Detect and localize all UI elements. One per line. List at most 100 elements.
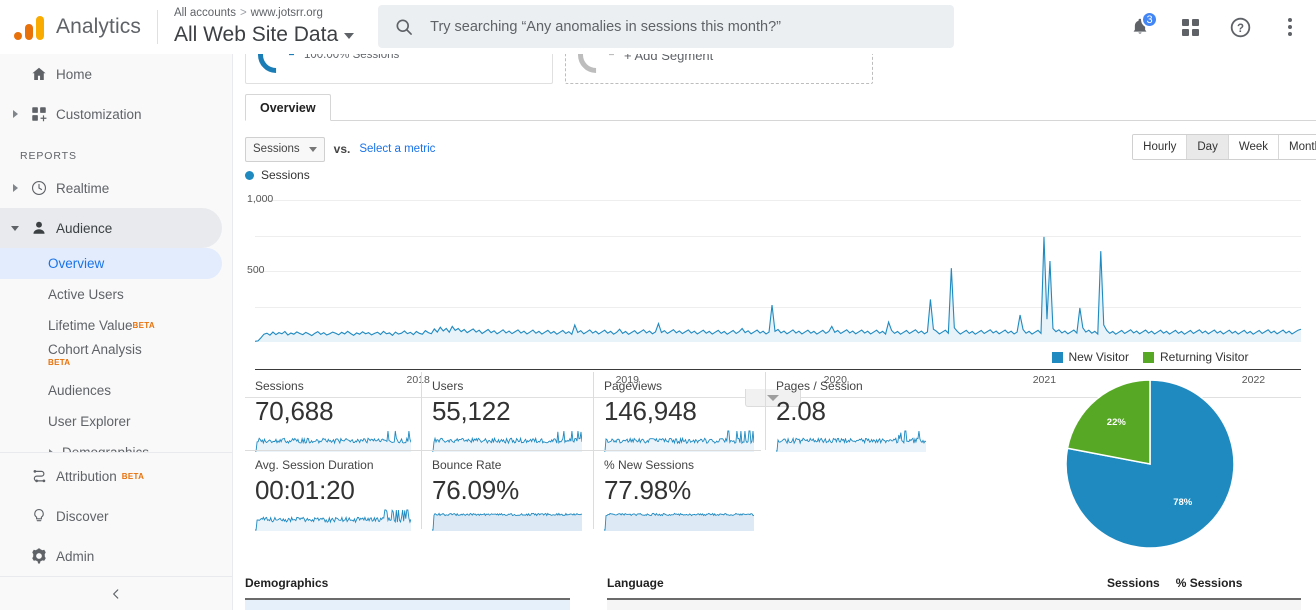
kpi-title-percent-new-sessions: % New Sessions	[604, 458, 695, 472]
sidebar-item-realtime[interactable]: Realtime	[0, 168, 232, 208]
brand-title: Analytics	[56, 14, 141, 38]
sidebar-item-user-explorer[interactable]: User Explorer	[0, 406, 232, 437]
search-icon	[396, 19, 413, 35]
granularity-month[interactable]: Month	[1279, 135, 1316, 159]
expand-arrow-realtime[interactable]	[8, 184, 22, 192]
sidebar-item-discover[interactable]: Discover	[0, 496, 232, 536]
language-panel-header[interactable]: Language	[607, 576, 664, 590]
tab-overview[interactable]: Overview	[245, 94, 331, 121]
language-col-percent-sessions: % Sessions	[1175, 576, 1243, 590]
view-name[interactable]: All Web Site Data	[174, 21, 355, 48]
attribution-icon	[22, 467, 56, 486]
account-selector[interactable]: All accounts > www.jotsrr.org All Web Site…	[158, 6, 364, 48]
pie-legend-item-returning-visitor[interactable]: Returning Visitor	[1142, 350, 1248, 364]
sidebar-item-lifetime-value[interactable]: Lifetime Value BETA	[0, 310, 232, 341]
segment-card-all-sessions[interactable]: 100.00% Sessions	[245, 54, 553, 84]
sidebar-item-label-audiences: Audiences	[48, 383, 112, 398]
sidebar-item-cohort-analysis[interactable]: Cohort Analysis BETA	[0, 341, 232, 375]
primary-metric-select[interactable]: Sessions	[245, 136, 325, 162]
apps-button[interactable]	[1170, 7, 1210, 47]
demographics-content-band	[245, 600, 570, 610]
new-vs-returning-pie-chart[interactable]: New Visitor Returning Visitor 78% 22%	[1010, 350, 1290, 600]
kpi-value-pageviews: 146,948	[604, 396, 697, 426]
expand-arrow-customization[interactable]	[8, 110, 22, 118]
segment-donut-icon	[250, 54, 302, 81]
sidebar-item-admin[interactable]: Admin	[0, 536, 232, 576]
sidebar-item-attribution[interactable]: Attribution BETA	[0, 456, 232, 496]
segment-bar: 100.00% Sessions + Add Segment	[245, 54, 1316, 86]
sidebar-item-label-lifetime-value: Lifetime Value	[48, 318, 133, 333]
top-bar-actions: 3 ?	[1120, 0, 1310, 54]
kpi-sparkline-avg-session-duration	[255, 509, 421, 536]
clock-icon	[22, 179, 56, 197]
kpi-pages-per-session[interactable]: Pages / Session 2.08	[765, 372, 935, 452]
pie-legend: New Visitor Returning Visitor	[1010, 350, 1290, 364]
kpi-title-bounce-rate: Bounce Rate	[432, 458, 502, 472]
kpi-value-pages-per-session: 2.08	[776, 396, 826, 426]
language-content-band	[607, 600, 1301, 610]
granularity-week[interactable]: Week	[1228, 135, 1280, 159]
gear-icon	[22, 547, 56, 565]
notifications-button[interactable]: 3	[1120, 7, 1160, 47]
kpi-value-bounce-rate: 76.09%	[432, 475, 519, 505]
apps-grid-icon	[1181, 18, 1199, 36]
kpi-row-top: Sessions 70,688 Users 55,122 Pageviews 1…	[245, 372, 935, 452]
granularity-hourly-label: Hourly	[1143, 141, 1177, 153]
tab-strip: Overview	[245, 94, 1316, 121]
granularity-day[interactable]: Day	[1187, 135, 1229, 159]
kpi-percent-new-sessions[interactable]: % New Sessions 77.98%	[593, 451, 765, 531]
kpi-bounce-rate[interactable]: Bounce Rate 76.09%	[421, 451, 593, 531]
kpi-users[interactable]: Users 55,122	[421, 372, 593, 452]
granularity-week-label: Week	[1238, 141, 1269, 153]
collapse-arrow-audience[interactable]	[8, 225, 22, 231]
kpi-title-sessions: Sessions	[255, 379, 304, 393]
pie-value-label-returning-visitor: 22%	[1106, 416, 1126, 428]
breadcrumb-separator: >	[239, 6, 247, 19]
sidebar-item-customization[interactable]: Customization	[0, 94, 232, 134]
kpi-value-avg-session-duration: 00:01:20	[255, 475, 355, 505]
bottom-panels: Demographics Language Sessions % Session…	[245, 576, 1316, 610]
analytics-logo[interactable]	[0, 14, 52, 40]
demographics-title: Demographics	[245, 576, 329, 590]
sidebar-item-label-user-explorer: User Explorer	[48, 414, 131, 429]
kpi-sessions[interactable]: Sessions 70,688	[245, 372, 421, 452]
kpi-sparkline-bounce-rate	[432, 509, 593, 536]
more-options-button[interactable]	[1270, 7, 1310, 47]
add-segment-donut-icon	[570, 54, 622, 81]
sidebar-collapse-button[interactable]	[0, 576, 232, 610]
pie-legend-swatch-returning-visitor	[1142, 351, 1154, 363]
breadcrumb: All accounts > www.jotsrr.org	[174, 6, 354, 21]
pie-legend-item-new-visitor[interactable]: New Visitor	[1051, 350, 1129, 364]
sidebar-item-overview[interactable]: Overview	[0, 248, 222, 279]
kpi-pageviews[interactable]: Pageviews 146,948	[593, 372, 765, 452]
sidebar-item-label-active-users: Active Users	[48, 287, 124, 302]
chevron-left-icon	[113, 588, 119, 599]
tab-overview-label: Overview	[260, 100, 316, 115]
breadcrumb-all-accounts[interactable]: All accounts	[174, 7, 236, 19]
sidebar-item-label-audience: Audience	[56, 220, 113, 236]
kpi-title-avg-session-duration: Avg. Session Duration	[255, 458, 374, 472]
search-input[interactable]: Try searching “Any anomalies in sessions…	[378, 5, 955, 48]
add-segment-button[interactable]: + Add Segment	[565, 54, 873, 84]
sidebar-item-audiences[interactable]: Audiences	[0, 375, 232, 406]
pie-value-label-new-visitor: 78%	[1173, 497, 1193, 509]
kpi-avg-session-duration[interactable]: Avg. Session Duration 00:01:20	[245, 451, 421, 531]
kpi-title-pageviews: Pageviews	[604, 379, 663, 393]
legend-label-sessions: Sessions	[261, 168, 310, 182]
help-circle-icon: ?	[1230, 17, 1250, 37]
sidebar-item-label-cohort-analysis: Cohort Analysis	[48, 342, 142, 357]
sidebar-item-home[interactable]: Home	[0, 54, 232, 94]
sidebar-item-audience[interactable]: Audience	[0, 208, 222, 248]
breadcrumb-property[interactable]: www.jotsrr.org	[251, 7, 323, 19]
kpi-sparkline-percent-new-sessions	[604, 509, 765, 536]
granularity-hourly[interactable]: Hourly	[1133, 135, 1188, 159]
demographics-panel-header[interactable]: Demographics	[245, 576, 328, 590]
sidebar-bottom-section: Attribution BETA Discover Admin	[0, 452, 232, 576]
sidebar-item-label-realtime: Realtime	[56, 180, 110, 196]
help-button[interactable]: ?	[1220, 7, 1260, 47]
sidebar-scroll-area[interactable]: Home Customization REPORTS Realtime Audi…	[0, 54, 232, 472]
segment-label: 100.00% Sessions	[304, 54, 400, 61]
select-a-metric-link[interactable]: Select a metric	[359, 143, 435, 155]
sidebar-item-active-users[interactable]: Active Users	[0, 279, 232, 310]
customization-icon	[22, 105, 56, 123]
